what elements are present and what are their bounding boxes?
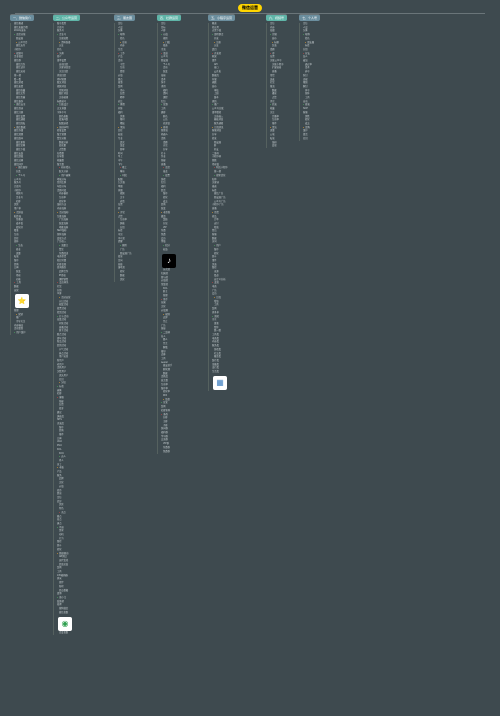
column-header[interactable]: 一、微信简介 <box>10 14 34 21</box>
column-1: 二、公众号运营账号类型订阅号服务号企业号注册流程资料准备认证命名头像简介菜单设置… <box>53 14 111 635</box>
tree-node[interactable]: 召回 <box>302 138 314 141</box>
column-4: 五、小程序运营概述轻应用无需下载即用即走开发注册认证类目开发者框架组件API接口… <box>208 14 263 635</box>
node-list: 定位内容拍摄剪辑发布标题封面话题@位置关联公众号关联小程序扩展链接直播带货连麦打… <box>266 23 284 148</box>
column-6: 七、个人号定位人设头像昵称签名朋友圈标签分组好友加人被加通过率话术养号防封违规限… <box>299 14 335 635</box>
tree-node[interactable]: 百度指数 <box>56 632 72 635</box>
star-icon <box>15 294 29 308</box>
tree-node[interactable]: 微信指数 <box>56 612 72 615</box>
columns-container: 一、微信简介微信概述微信发展历程2011年发布语音功能朋友圈公众平台微信支付小程… <box>0 14 500 635</box>
node-list: 定位人设头像昵称签名背景内容生活工作产品活动干货互动情感价值观点故事案例评价反馈… <box>114 23 132 282</box>
tree-node[interactable]: 用户维护 <box>13 332 29 335</box>
tree-node[interactable]: 变现 <box>269 145 284 148</box>
tiktok-icon <box>162 254 176 268</box>
column-header[interactable]: 四、社群运营 <box>157 14 181 21</box>
column-header[interactable]: 五、小程序运营 <box>208 14 235 21</box>
tree-node[interactable]: 生活类 <box>211 371 228 374</box>
tree-node[interactable]: 运营 <box>13 290 29 293</box>
tree-node[interactable]: 免费群 <box>160 451 176 454</box>
column-header[interactable]: 七、个人号 <box>299 14 320 21</box>
column-header[interactable]: 三、朋友圈 <box>114 14 135 21</box>
node-list: 账号类型订阅号服务号企业号注册流程资料准备认证命名头像简介菜单设置自动回复关键词… <box>53 23 72 635</box>
column-3: 四、社群运营定位目标人群价值规则门槛筛选引流渠道公众号朋友圈个人号活动裂变海报话… <box>157 14 205 635</box>
tree-node[interactable]: 优化 <box>117 279 132 282</box>
node-list: 定位目标人群价值规则门槛筛选引流渠道公众号朋友圈个人号活动裂变海报话术钩子诱饵福… <box>157 23 176 454</box>
column-5: 六、视频号定位内容拍摄剪辑发布标题封面话题@位置关联公众号关联小程序扩展链接直播… <box>266 14 296 635</box>
node-list: 概述轻应用无需下载即用即走开发注册认证类目开发者框架组件API接口云开发数据库存… <box>208 23 228 391</box>
column-2: 三、朋友圈定位人设头像昵称签名背景内容生活工作产品活动干货互动情感价值观点故事案… <box>114 14 154 635</box>
grid-icon <box>213 376 227 390</box>
column-0: 一、微信简介微信概述微信发展历程2011年发布语音功能朋友圈公众平台微信支付小程… <box>10 14 50 635</box>
tree-node[interactable]: 权益 <box>160 249 176 252</box>
circle-icon <box>58 617 72 631</box>
node-list: 微信概述微信发展历程2011年发布语音功能朋友圈公众平台微信支付小程序视频号企业… <box>10 23 29 335</box>
column-header[interactable]: 二、公众号运营 <box>53 14 80 21</box>
node-list: 定位人设头像昵称签名朋友圈标签分组好友加人被加通过率话术养号防封违规限制解封多号… <box>299 23 314 141</box>
root-node: 微信运营 <box>238 4 262 12</box>
column-header[interactable]: 六、视频号 <box>266 14 287 21</box>
